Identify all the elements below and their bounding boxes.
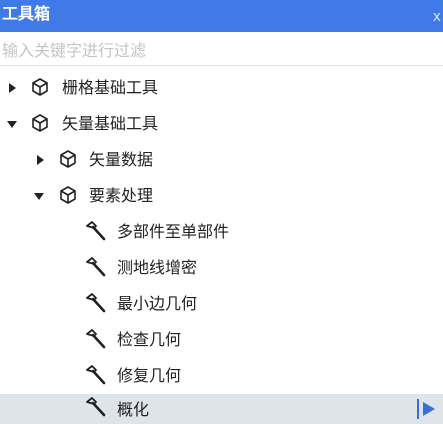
tool-label: 测地线增密 xyxy=(117,258,198,277)
hammer-icon xyxy=(86,397,106,417)
search-bar xyxy=(0,35,443,66)
tool-item-geodesic[interactable]: 测地线增密 xyxy=(0,250,443,286)
toolbox-cube-icon xyxy=(60,150,76,168)
tool-label: 多部件至单部件 xyxy=(117,222,230,241)
tree-node-label: 要素处理 xyxy=(89,186,154,205)
hammer-icon xyxy=(86,221,106,241)
tree-node-feature-processing[interactable]: 要素处理 xyxy=(0,178,443,214)
hammer-icon xyxy=(86,257,106,277)
tool-item-generalize[interactable]: 概化 xyxy=(0,394,443,424)
collapse-arrow-icon[interactable] xyxy=(34,193,44,200)
window-title: 工具箱 xyxy=(2,4,51,23)
tool-label: 检查几何 xyxy=(117,330,182,349)
hammer-icon xyxy=(86,365,106,385)
hammer-icon xyxy=(86,329,106,349)
tree-node-label: 栅格基础工具 xyxy=(62,78,159,97)
close-icon[interactable]: x xyxy=(433,9,441,25)
tool-item-min-bounding[interactable]: 最小边几何 xyxy=(0,286,443,322)
tool-item-multipart[interactable]: 多部件至单部件 xyxy=(0,214,443,250)
title-bar: 工具箱 x xyxy=(0,0,443,32)
tree-node-vector-data[interactable]: 矢量数据 xyxy=(0,142,443,178)
tool-item-check-geometry[interactable]: 检查几何 xyxy=(0,322,443,358)
tool-label: 概化 xyxy=(117,400,150,419)
tree-node-label: 矢量数据 xyxy=(89,150,154,169)
tree-node-vector[interactable]: 矢量基础工具 xyxy=(0,106,443,142)
toolbox-cube-icon xyxy=(32,78,48,96)
search-input[interactable] xyxy=(2,39,432,61)
tool-item-repair-geometry[interactable]: 修复几何 xyxy=(0,358,443,394)
tree-node-raster[interactable]: 栅格基础工具 xyxy=(0,70,443,106)
play-bar xyxy=(417,399,419,419)
toolbox-cube-icon xyxy=(32,114,48,132)
expand-arrow-icon[interactable] xyxy=(9,83,16,93)
tool-label: 修复几何 xyxy=(117,366,182,385)
expand-arrow-icon[interactable] xyxy=(37,155,44,165)
toolbox-cube-icon xyxy=(60,186,76,204)
tree-node-label: 矢量基础工具 xyxy=(62,114,159,133)
play-icon[interactable] xyxy=(417,399,439,419)
hammer-icon xyxy=(86,293,106,313)
play-triangle xyxy=(423,402,435,416)
tool-label: 最小边几何 xyxy=(117,294,198,313)
collapse-arrow-icon[interactable] xyxy=(7,121,17,128)
